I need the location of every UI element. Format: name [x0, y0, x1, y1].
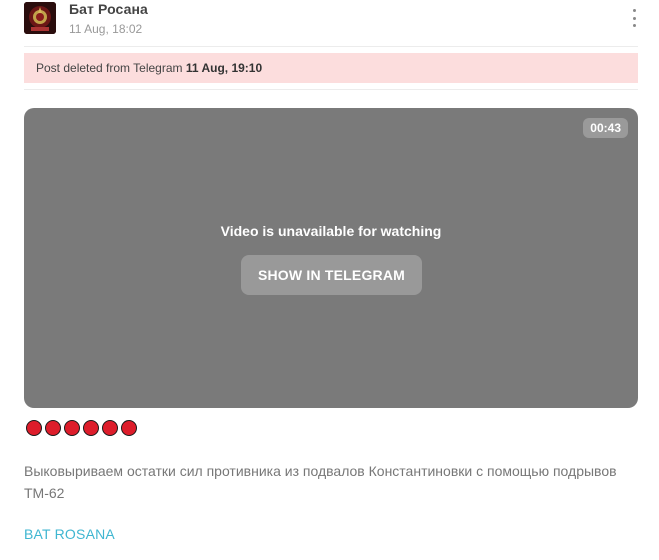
red-circle-icon	[26, 420, 42, 436]
post-card: Бат Росана 11 Aug, 18:02 Post deleted fr…	[24, 0, 638, 560]
post-text: Выковыриваем остатки сил противника из п…	[24, 463, 617, 501]
channel-name[interactable]: Бат Росана	[69, 1, 148, 17]
deleted-banner-date: 11 Aug, 19:10	[185, 61, 263, 75]
deleted-banner: Post deleted from Telegram 11 Aug, 19:10	[24, 53, 638, 83]
post-date: 11 Aug, 18:02	[69, 22, 143, 36]
video-duration-badge: 00:43	[583, 118, 628, 138]
channel-emblem-icon	[24, 2, 56, 34]
red-circle-icon	[121, 420, 137, 436]
red-circle-icon	[64, 420, 80, 436]
show-in-telegram-button[interactable]: SHOW IN TELEGRAM	[241, 255, 422, 295]
vertical-dots-icon[interactable]	[626, 9, 642, 27]
video-placeholder: 00:43 Video is unavailable for watching …	[24, 108, 638, 408]
divider	[24, 89, 638, 90]
deleted-banner-text: Post deleted from Telegram	[36, 61, 183, 75]
red-circle-icon	[102, 420, 118, 436]
red-circle-icon	[45, 420, 61, 436]
video-unavailable-text: Video is unavailable for watching	[220, 223, 442, 239]
divider	[24, 46, 638, 47]
channel-avatar[interactable]	[24, 2, 56, 34]
emoji-row	[26, 420, 137, 438]
channel-signature-link[interactable]: BAT ROSANA	[24, 526, 115, 542]
post-header: Бат Росана 11 Aug, 18:02	[24, 0, 638, 44]
red-circle-icon	[83, 420, 99, 436]
